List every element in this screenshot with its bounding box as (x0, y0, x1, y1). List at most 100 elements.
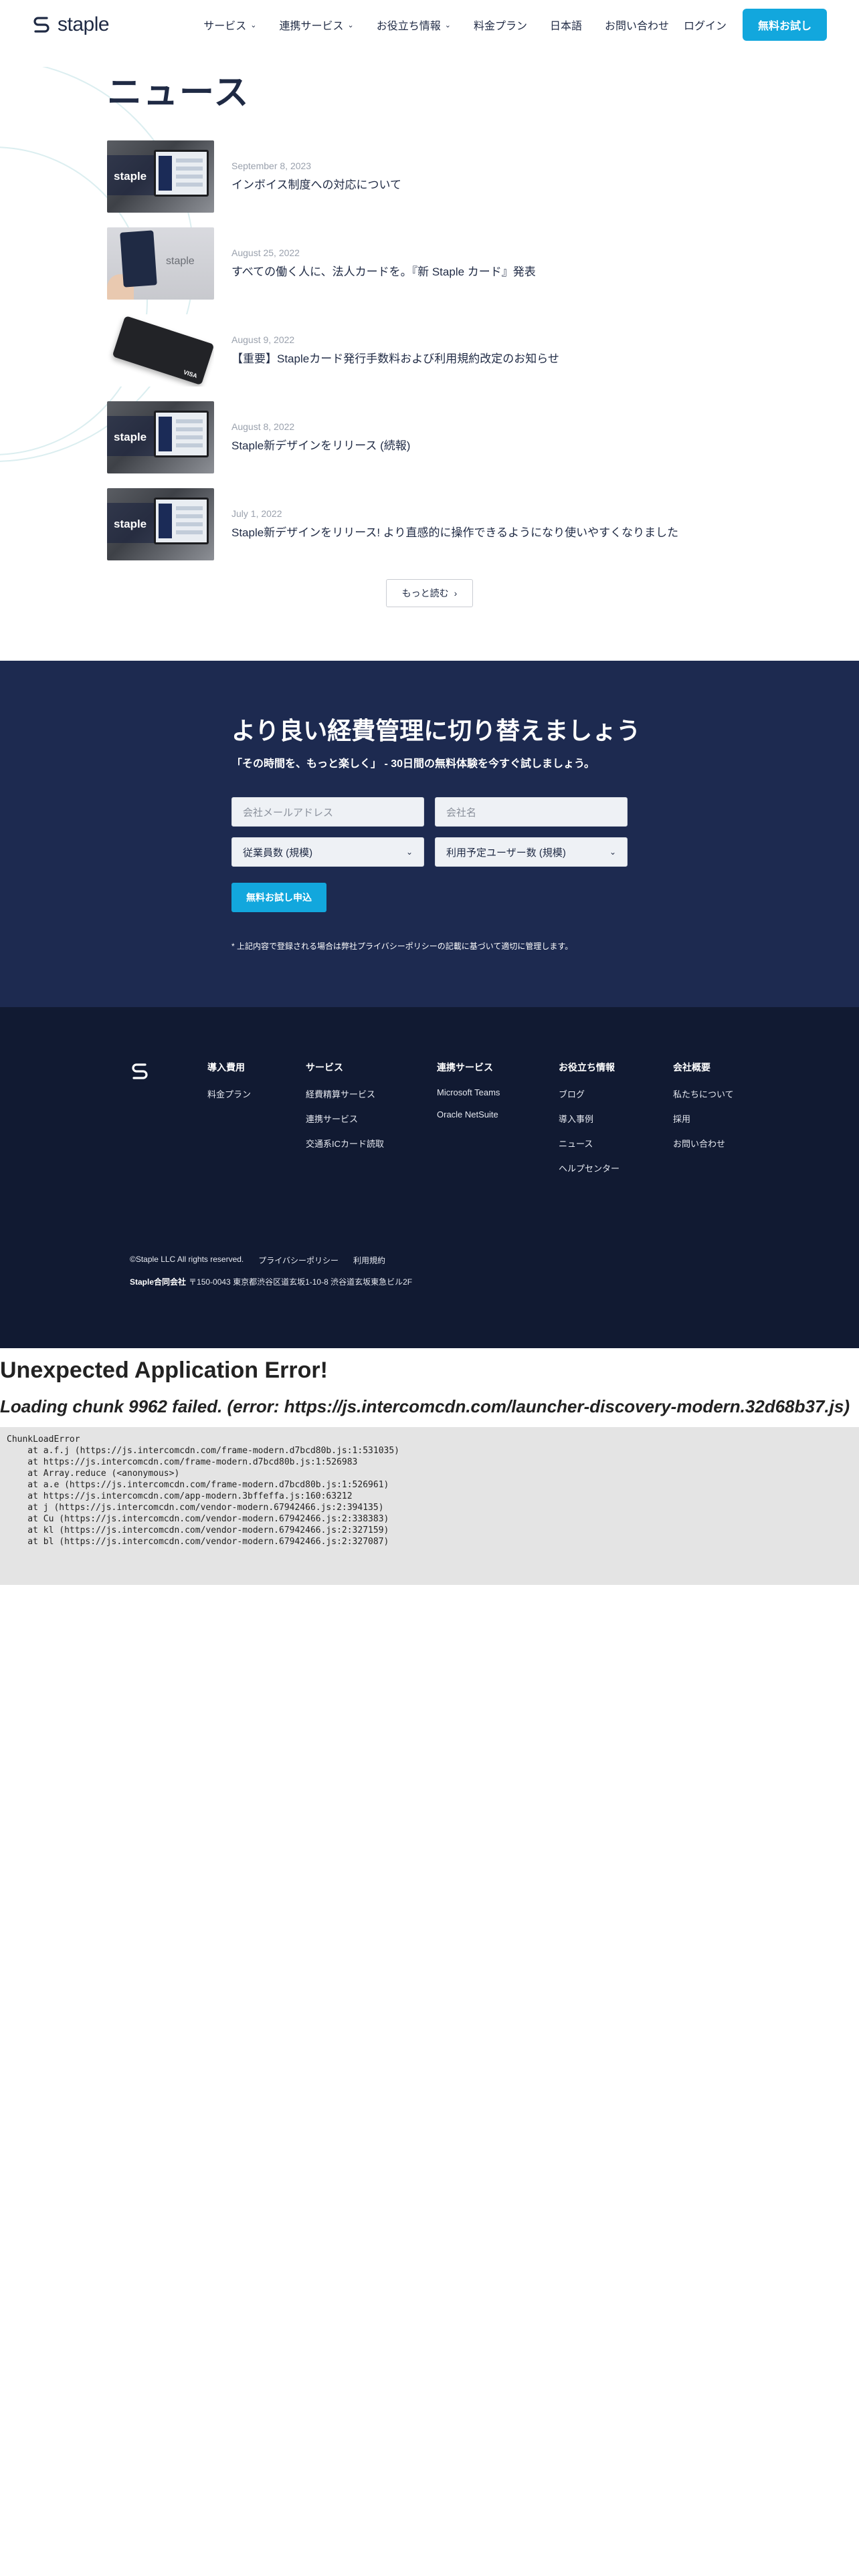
footer-column-title: お役立ち情報 (559, 1062, 615, 1073)
stack-line: at https://js.intercomcdn.com/frame-mode… (7, 1457, 358, 1467)
nav-item-pricing[interactable]: 料金プラン (474, 17, 527, 33)
footer-legal: ©Staple LLC All rights reserved. プライバシーポ… (130, 1255, 385, 1266)
footer-link[interactable]: ブログ (559, 1087, 619, 1100)
staple-logo[interactable]: staple (32, 13, 110, 36)
footer-link[interactable]: 経費精算サービス (306, 1087, 384, 1100)
nav-label: 日本語 (549, 21, 582, 32)
login-link[interactable]: ログイン (684, 17, 727, 33)
nav-label: 料金プラン (473, 21, 527, 32)
stack-line: at a.e (https://js.intercomcdn.com/frame… (7, 1480, 389, 1490)
footer-link[interactable]: 導入事例 (559, 1112, 619, 1125)
footer-link[interactable]: 交通系ICカード読取 (306, 1137, 384, 1150)
news-headline[interactable]: すべての働く人に、法人カードを。『新 Staple カード』発表 (231, 262, 536, 279)
footer-link[interactable]: お問い合わせ (673, 1137, 734, 1150)
users-select-value: 利用予定ユーザー数 (規模) (446, 847, 566, 859)
nav-item-language[interactable]: 日本語 (550, 17, 582, 33)
news-list: staple September 8, 2023 インボイス制度への対応について… (107, 140, 709, 575)
trial-signup-section: より良い経費管理に切り替えましょう 「その時間を、もっと楽しく」 - 30日間の… (0, 661, 859, 1007)
footer-column-title: 会社概要 (673, 1062, 710, 1073)
news-item[interactable]: August 9, 2022 【重要】Stapleカード発行手数料および利用規約… (107, 314, 709, 401)
news-thumbnail: staple (107, 488, 214, 560)
company-name-input[interactable]: 会社名 (435, 797, 628, 827)
company-email-input[interactable]: 会社メールアドレス (231, 797, 424, 827)
stack-line: at bl (https://js.intercomcdn.com/vendor… (7, 1537, 389, 1547)
stack-line: at Array.reduce (<anonymous>) (7, 1469, 180, 1479)
nav-item-resources[interactable]: お役立ち情報 ⌄ (377, 17, 451, 33)
footer-link[interactable]: 連携サービス (306, 1112, 384, 1125)
thumbnail-brand: staple (114, 431, 147, 443)
footer-link[interactable]: 料金プラン (207, 1087, 251, 1100)
footer-link[interactable]: Microsoft Teams (437, 1087, 500, 1097)
news-thumbnail: staple (107, 401, 214, 473)
nav-item-integrations[interactable]: 連携サービス ⌄ (279, 17, 353, 33)
employees-select[interactable]: 従業員数 (規模) ⌄ (231, 837, 424, 867)
trial-subtitle: 「その時間を、もっと楽しく」 - 30日間の無料体験を今すぐ試しましょう。 (231, 758, 595, 770)
news-item[interactable]: staple September 8, 2023 インボイス制度への対応について (107, 140, 709, 227)
stack-line: at j (https://js.intercomcdn.com/vendor-… (7, 1503, 384, 1513)
footer-link[interactable]: 私たちについて (673, 1087, 734, 1100)
copyright-text: ©Staple LLC All rights reserved. (130, 1255, 244, 1264)
employees-select-value: 従業員数 (規模) (243, 847, 313, 859)
nav-item-contact[interactable]: お問い合わせ (605, 17, 669, 33)
news-date: August 9, 2022 (231, 334, 295, 345)
footer-column-company: 会社概要 私たちについて 採用 お問い合わせ (673, 1061, 734, 1162)
read-more-button[interactable]: もっと読む › (386, 579, 473, 607)
news-date: August 8, 2022 (231, 421, 295, 432)
privacy-policy-link[interactable]: プライバシーポリシー (258, 1255, 339, 1266)
news-thumbnail: staple (107, 227, 214, 300)
footer-link[interactable]: ニュース (559, 1137, 619, 1150)
footer-link[interactable]: Oracle NetSuite (437, 1109, 500, 1119)
company-address: Staple合同会社 〒150-0043 東京都渋谷区道玄坂1-10-8 渋谷道玄… (130, 1276, 412, 1287)
terms-link[interactable]: 利用規約 (353, 1255, 385, 1266)
chevron-down-icon: ⌄ (444, 21, 451, 29)
news-item[interactable]: staple August 25, 2022 すべての働く人に、法人カードを。『… (107, 227, 709, 314)
site-footer: 導入費用 料金プラン サービス 経費精算サービス 連携サービス 交通系ICカード… (0, 1007, 859, 1348)
stack-line: at kl (https://js.intercomcdn.com/vendor… (7, 1525, 389, 1535)
privacy-note: * 上記内容で登録される場合は弊社プライバシーポリシーの記載に基づいて適切に管理… (231, 942, 573, 951)
page-title: ニュース (107, 74, 250, 112)
stack-line: ChunkLoadError (7, 1434, 80, 1444)
nav-label: 連携サービス (279, 21, 344, 32)
staple-logo-icon[interactable] (130, 1061, 150, 1082)
news-headline[interactable]: インボイス制度への対応について (231, 175, 401, 192)
stack-line: at Cu (https://js.intercomcdn.com/vendor… (7, 1514, 389, 1524)
nav-item-services[interactable]: サービス ⌄ (203, 17, 256, 33)
chevron-down-icon: ⌄ (405, 847, 413, 857)
news-headline[interactable]: Staple新デザインをリリース (続報) (231, 436, 410, 453)
nav-label: お役立ち情報 (376, 21, 441, 32)
footer-column-title: 導入費用 (207, 1062, 245, 1073)
thumbnail-brand: staple (166, 255, 195, 267)
footer-column-resources: お役立ち情報 ブログ 導入事例 ニュース ヘルプセンター (559, 1061, 619, 1186)
stack-line: at https://js.intercomcdn.com/app-modern… (7, 1491, 353, 1501)
news-item[interactable]: staple August 8, 2022 Staple新デザインをリリース (… (107, 401, 709, 488)
news-thumbnail: staple (107, 140, 214, 213)
trial-title: より良い経費管理に切り替えましょう (231, 717, 641, 744)
main-nav: サービス ⌄ 連携サービス ⌄ お役立ち情報 ⌄ 料金プラン 日本語 お問い合わ… (181, 8, 827, 41)
error-message: Loading chunk 9962 failed. (error: https… (0, 1396, 850, 1416)
footer-link[interactable]: 採用 (673, 1112, 734, 1125)
thumbnail-brand: staple (114, 518, 147, 530)
news-thumbnail (107, 314, 214, 387)
chevron-down-icon: ⌄ (250, 21, 257, 29)
free-trial-button[interactable]: 無料お試し (743, 9, 827, 41)
users-select[interactable]: 利用予定ユーザー数 (規模) ⌄ (435, 837, 628, 867)
footer-column-pricing: 導入費用 料金プラン (207, 1061, 251, 1112)
footer-link[interactable]: ヘルプセンター (559, 1162, 619, 1174)
staple-logo-icon (33, 17, 50, 33)
chevron-down-icon: ⌄ (347, 21, 354, 29)
trial-submit-button[interactable]: 無料お試し申込 (231, 883, 326, 912)
footer-column-services: サービス 経費精算サービス 連携サービス 交通系ICカード読取 (306, 1061, 384, 1162)
news-item[interactable]: staple July 1, 2022 Staple新デザインをリリース! より… (107, 488, 709, 575)
site-header: staple サービス ⌄ 連携サービス ⌄ お役立ち情報 ⌄ 料金プラン 日本… (0, 0, 859, 49)
nav-label: お問い合わせ (604, 21, 669, 32)
footer-column-title: サービス (306, 1062, 343, 1073)
news-headline[interactable]: 【重要】Stapleカード発行手数料および利用規約改定のお知らせ (231, 349, 559, 366)
stack-line: at a.f.j (https://js.intercomcdn.com/fra… (7, 1446, 399, 1456)
news-date: September 8, 2023 (231, 160, 312, 171)
chevron-right-icon: › (454, 588, 458, 599)
thumbnail-brand: staple (114, 170, 147, 183)
news-date: August 25, 2022 (231, 247, 300, 258)
address-text: 〒150-0043 東京都渋谷区道玄坂1-10-8 渋谷道玄坂東急ビル2F (189, 1277, 413, 1287)
error-title: Unexpected Application Error! (0, 1358, 328, 1383)
news-headline[interactable]: Staple新デザインをリリース! より直感的に操作できるようになり使いやすくな… (231, 523, 678, 540)
